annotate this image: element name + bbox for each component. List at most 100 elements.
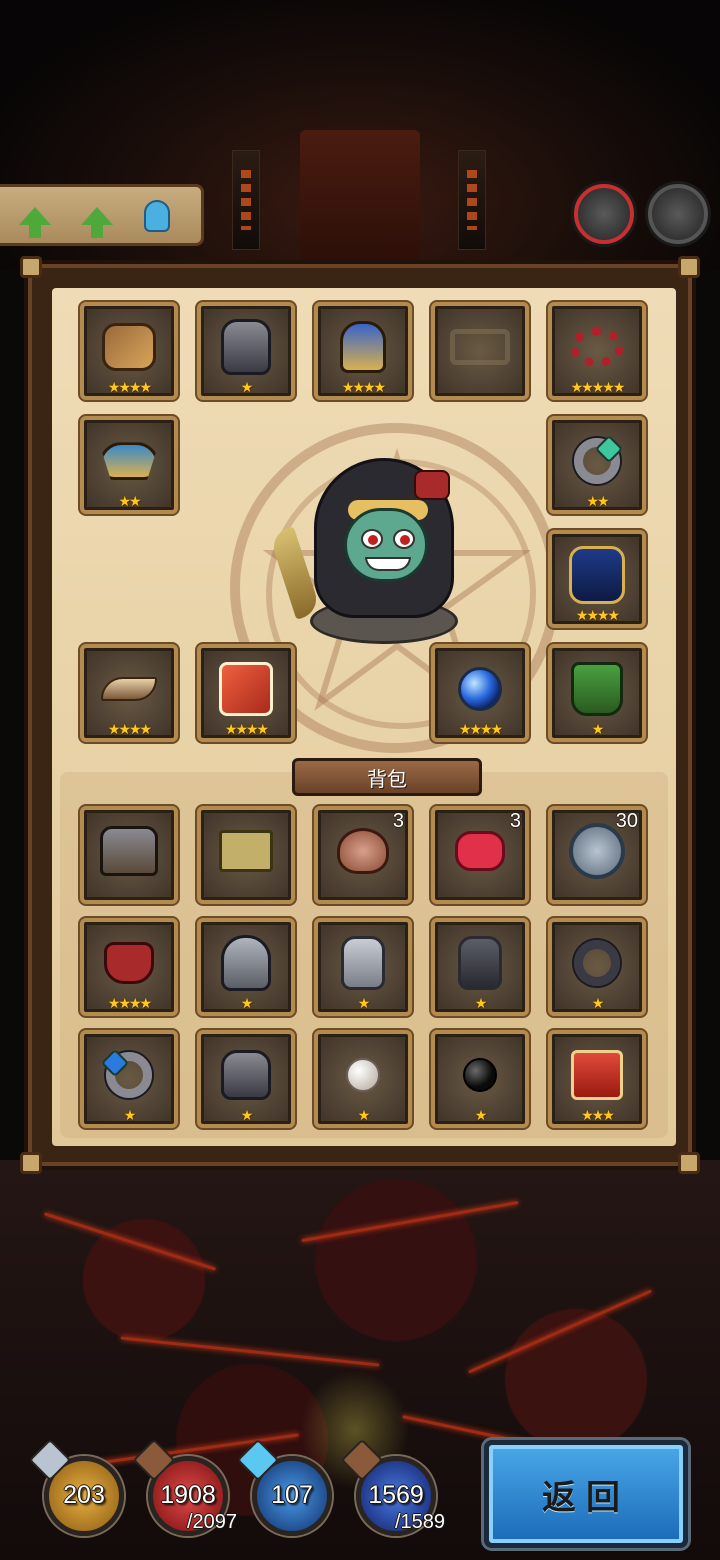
- star-rating: ★: [240, 996, 254, 1012]
- bag-slot[interactable]: ★: [80, 1030, 178, 1128]
- star-rating: ★: [591, 996, 605, 1012]
- quest-slot[interactable]: [14, 195, 56, 238]
- hp-value: 1908: [160, 1481, 216, 1509]
- sapphire-gauntlet-icon: [340, 321, 386, 374]
- equip-slot-ring[interactable]: ★★: [548, 416, 646, 514]
- silver-gauntlet-icon: [341, 936, 385, 991]
- lava-crack: [43, 1212, 217, 1271]
- red-heart-gem-icon: [455, 831, 505, 872]
- equipment-panel: ★★★★ ★ ★★★★ ★★★★★ ★★ ★★ ★★★★ ★★★★ ★★★★ ★…: [20, 256, 700, 1174]
- bag-slot[interactable]: ★: [314, 1030, 412, 1128]
- panel-parchment: ★★★★ ★ ★★★★ ★★★★★ ★★ ★★ ★★★★ ★★★★ ★★★★ ★…: [52, 288, 676, 1146]
- quest-slot[interactable]: [76, 195, 118, 238]
- bag-slot[interactable]: ★: [431, 918, 529, 1016]
- equip-slot-bracer[interactable]: ★★★★: [80, 302, 178, 400]
- hero-character[interactable]: [268, 448, 482, 658]
- back-button[interactable]: 返回: [484, 1440, 688, 1548]
- star-rating: ★★★★: [224, 722, 269, 738]
- magic-stat[interactable]: 107: [236, 1438, 332, 1536]
- torch-flame: [467, 170, 477, 230]
- attack-value: 203: [63, 1481, 105, 1509]
- star-rating: ★: [474, 996, 488, 1012]
- star-rating: ★★★★: [575, 608, 620, 624]
- iron-chest-armor-icon: [221, 319, 271, 376]
- iron-chest-icon: [100, 826, 158, 877]
- mp-value: 1569: [368, 1481, 424, 1509]
- quest-slot[interactable]: [136, 195, 178, 237]
- hp-stat[interactable]: 1908 /2097: [132, 1438, 237, 1536]
- bag-slot[interactable]: 3: [431, 806, 529, 904]
- star-rating: ★: [240, 1108, 254, 1124]
- silver-ring-icon: [574, 940, 620, 987]
- equip-slot-weapon-empty[interactable]: [431, 302, 529, 400]
- blue-eye-orb-icon: [458, 667, 502, 712]
- backpack-tab[interactable]: 背包: [292, 758, 482, 796]
- equip-slot-orb[interactable]: ★★★★: [431, 644, 529, 742]
- red-prayer-beads-icon: [570, 327, 624, 368]
- blue-gem-ring-icon: [106, 1052, 152, 1099]
- emerald-ring-icon: [574, 438, 620, 485]
- panel-corner: [678, 256, 700, 278]
- hero-eye: [361, 529, 383, 549]
- bag-slot[interactable]: ★: [431, 1030, 529, 1128]
- item-quantity: 3: [392, 810, 404, 832]
- torch-flame: [241, 170, 251, 230]
- star-rating: ★: [357, 1108, 371, 1124]
- bag-slot[interactable]: ★: [314, 918, 412, 1016]
- leather-pouch-icon: [337, 828, 389, 875]
- white-pearl-icon: [346, 1058, 380, 1093]
- equip-slot-boots[interactable]: ★: [548, 644, 646, 742]
- bag-slot[interactable]: 30: [548, 806, 646, 904]
- star-rating: ★★: [118, 494, 141, 510]
- star-rating: ★: [591, 722, 605, 738]
- equip-slot-beads[interactable]: ★★★★★: [548, 302, 646, 400]
- hp-max: /2097: [187, 1511, 238, 1533]
- star-rating: ★★★★: [107, 996, 152, 1012]
- bag-slot[interactable]: ★: [548, 918, 646, 1016]
- magic-value: 107: [271, 1481, 313, 1509]
- equip-slot-horn[interactable]: ★★★★: [80, 644, 178, 742]
- star-rating: ★: [123, 1108, 137, 1124]
- equip-slot-armor[interactable]: ★: [197, 302, 295, 400]
- mp-stat[interactable]: 1569 /1589: [340, 1438, 445, 1536]
- item-quantity: 3: [509, 810, 521, 832]
- lava-crack: [301, 1200, 519, 1243]
- black-pearl-icon: [463, 1058, 497, 1093]
- panel-corner: [20, 256, 42, 278]
- star-rating: ★★★★★: [570, 380, 626, 396]
- dungeon-gate: [300, 130, 420, 270]
- golden-bracer-icon: [102, 323, 156, 372]
- hero-face: [344, 508, 428, 582]
- bag-slot[interactable]: [80, 806, 178, 904]
- star-rating: ★: [474, 1108, 488, 1124]
- bag-slot[interactable]: ★★★: [548, 1030, 646, 1128]
- iron-boots-icon: [221, 1050, 271, 1101]
- bag-slot[interactable]: ★: [197, 918, 295, 1016]
- green-boots-icon: [571, 662, 623, 717]
- green-up-arrow-icon: [19, 207, 51, 238]
- equip-slot-plate-armor[interactable]: ★★★★: [548, 530, 646, 628]
- bag-slot[interactable]: [197, 806, 295, 904]
- star-rating: ★★★★: [341, 380, 386, 396]
- battle-menu-button[interactable]: [574, 184, 634, 244]
- bag-slot[interactable]: 3: [314, 806, 412, 904]
- bag-slot[interactable]: ★: [197, 1030, 295, 1128]
- winged-helmet-icon: [221, 935, 271, 992]
- bag-slot[interactable]: ★★★★: [80, 918, 178, 1016]
- star-rating: ★★★★: [107, 380, 152, 396]
- hero-demon-mask: [414, 470, 450, 500]
- quest-shortcut-bar: [0, 184, 204, 246]
- star-rating: ★★★★: [458, 722, 503, 738]
- equip-slot-rune-box[interactable]: ★★★★: [197, 644, 295, 742]
- green-up-arrow-icon: [81, 207, 113, 238]
- red-rune-box-icon: [219, 662, 273, 717]
- blue-ghost-icon: [144, 200, 170, 232]
- equip-slot-necklace[interactable]: ★★: [80, 416, 178, 514]
- equip-slot-gauntlet[interactable]: ★★★★: [314, 302, 412, 400]
- lava-crack: [468, 1289, 652, 1374]
- star-rating: ★: [357, 996, 371, 1012]
- item-quantity: 30: [615, 810, 638, 832]
- portrait-menu-button[interactable]: [648, 184, 708, 244]
- demon-mask-icon: [104, 942, 154, 985]
- attack-stat[interactable]: 203: [28, 1438, 124, 1536]
